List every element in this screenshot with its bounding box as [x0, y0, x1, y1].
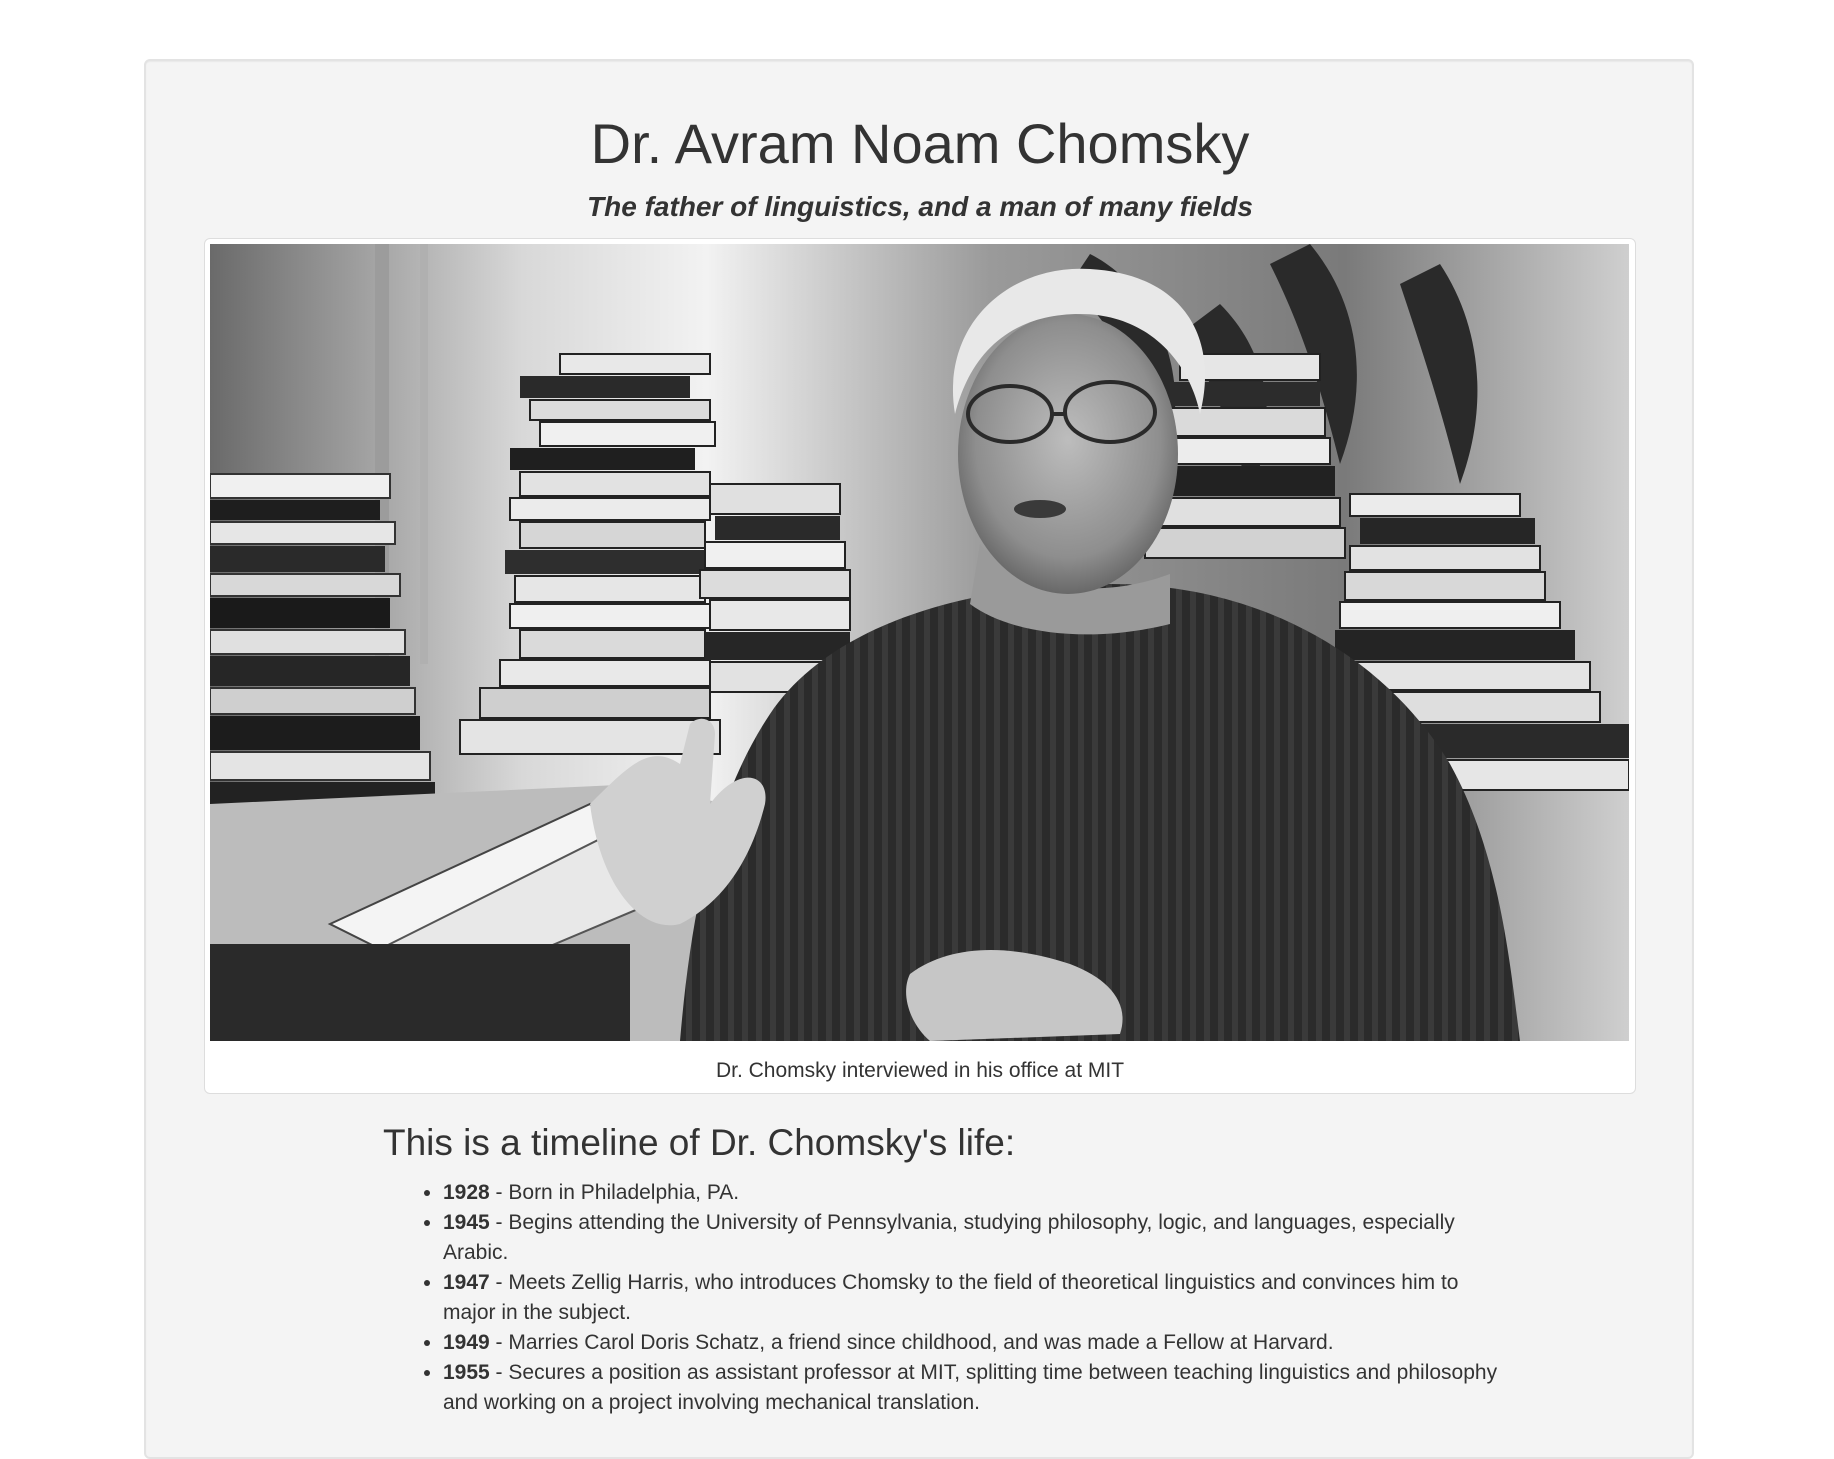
timeline-text: - Begins attending the University of Pen… [443, 1211, 1455, 1264]
image-thumbnail: Dr. Chomsky interviewed in his office at… [204, 238, 1636, 1094]
timeline-text: - Secures a position as assistant profes… [443, 1361, 1498, 1414]
timeline-text: - Meets Zellig Harris, who introduces Ch… [443, 1271, 1459, 1324]
timeline-year: 1949 [443, 1331, 490, 1354]
timeline-year: 1945 [443, 1211, 490, 1234]
timeline-item: 1947 - Meets Zellig Harris, who introduc… [443, 1268, 1513, 1328]
page-subtitle: The father of linguistics, and a man of … [587, 191, 1253, 222]
timeline-item: 1949 - Marries Carol Doris Schatz, a fri… [443, 1328, 1513, 1358]
timeline-item: 1955 - Secures a position as assistant p… [443, 1358, 1513, 1418]
timeline-list: 1928 - Born in Philadelphia, PA. 1945 - … [383, 1178, 1513, 1418]
timeline-heading: This is a timeline of Dr. Chomsky's life… [383, 1122, 1016, 1163]
timeline-text: - Born in Philadelphia, PA. [489, 1181, 740, 1204]
timeline-item: 1945 - Begins attending the University o… [443, 1208, 1513, 1268]
timeline-year: 1955 [443, 1361, 490, 1384]
timeline-year: 1928 [443, 1181, 490, 1204]
timeline-text: - Marries Carol Doris Schatz, a friend s… [489, 1331, 1334, 1354]
timeline-year: 1947 [443, 1271, 490, 1294]
page-title: Dr. Avram Noam Chomsky [590, 112, 1250, 175]
image-caption: Dr. Chomsky interviewed in his office at… [715, 1059, 1125, 1082]
chomsky-photo [210, 244, 1629, 1041]
timeline-item: 1928 - Born in Philadelphia, PA. [443, 1178, 1513, 1208]
